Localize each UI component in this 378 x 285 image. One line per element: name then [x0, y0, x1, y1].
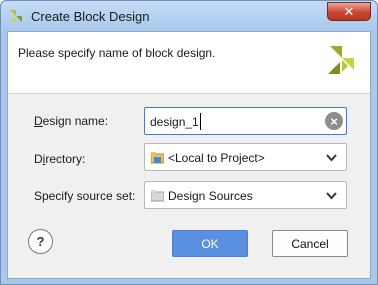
design-name-value[interactable]: design_1	[150, 115, 199, 129]
cancel-button[interactable]: Cancel	[272, 230, 348, 257]
dialog-window: Create Block Design ✕ Please specify nam…	[0, 0, 378, 285]
close-button[interactable]: ✕	[327, 2, 371, 21]
folder-icon	[151, 152, 164, 164]
help-icon: ?	[36, 234, 45, 249]
close-icon: ✕	[343, 4, 355, 19]
directory-dropdown[interactable]: <Local to Project>	[144, 143, 347, 171]
window-title: Create Block Design	[31, 9, 150, 24]
title-bar[interactable]: Create Block Design ✕	[1, 1, 377, 31]
folder-icon	[151, 190, 164, 202]
ok-button[interactable]: OK	[172, 230, 248, 257]
header-message: Please specify name of block design.	[18, 46, 216, 60]
source-set-label: Specify source set:	[34, 189, 136, 203]
clear-icon[interactable]: ×	[325, 112, 343, 130]
design-name-input[interactable]: design_1 ×	[144, 107, 347, 135]
text-caret	[200, 113, 201, 130]
help-button[interactable]: ?	[28, 229, 53, 254]
source-set-dropdown[interactable]: Design Sources	[144, 181, 347, 209]
design-name-label: Design name:	[34, 114, 109, 128]
vivado-logo-icon	[10, 10, 22, 22]
dialog-header: Please specify name of block design.	[8, 32, 370, 94]
directory-label: Directory:	[34, 152, 86, 166]
chevron-down-icon[interactable]	[326, 153, 337, 162]
dialog-body: Please specify name of block design. Des…	[7, 31, 371, 279]
source-set-value: Design Sources	[168, 189, 253, 203]
directory-value: <Local to Project>	[168, 151, 265, 165]
chevron-down-icon[interactable]	[326, 191, 337, 200]
vivado-logo-icon	[328, 46, 354, 74]
